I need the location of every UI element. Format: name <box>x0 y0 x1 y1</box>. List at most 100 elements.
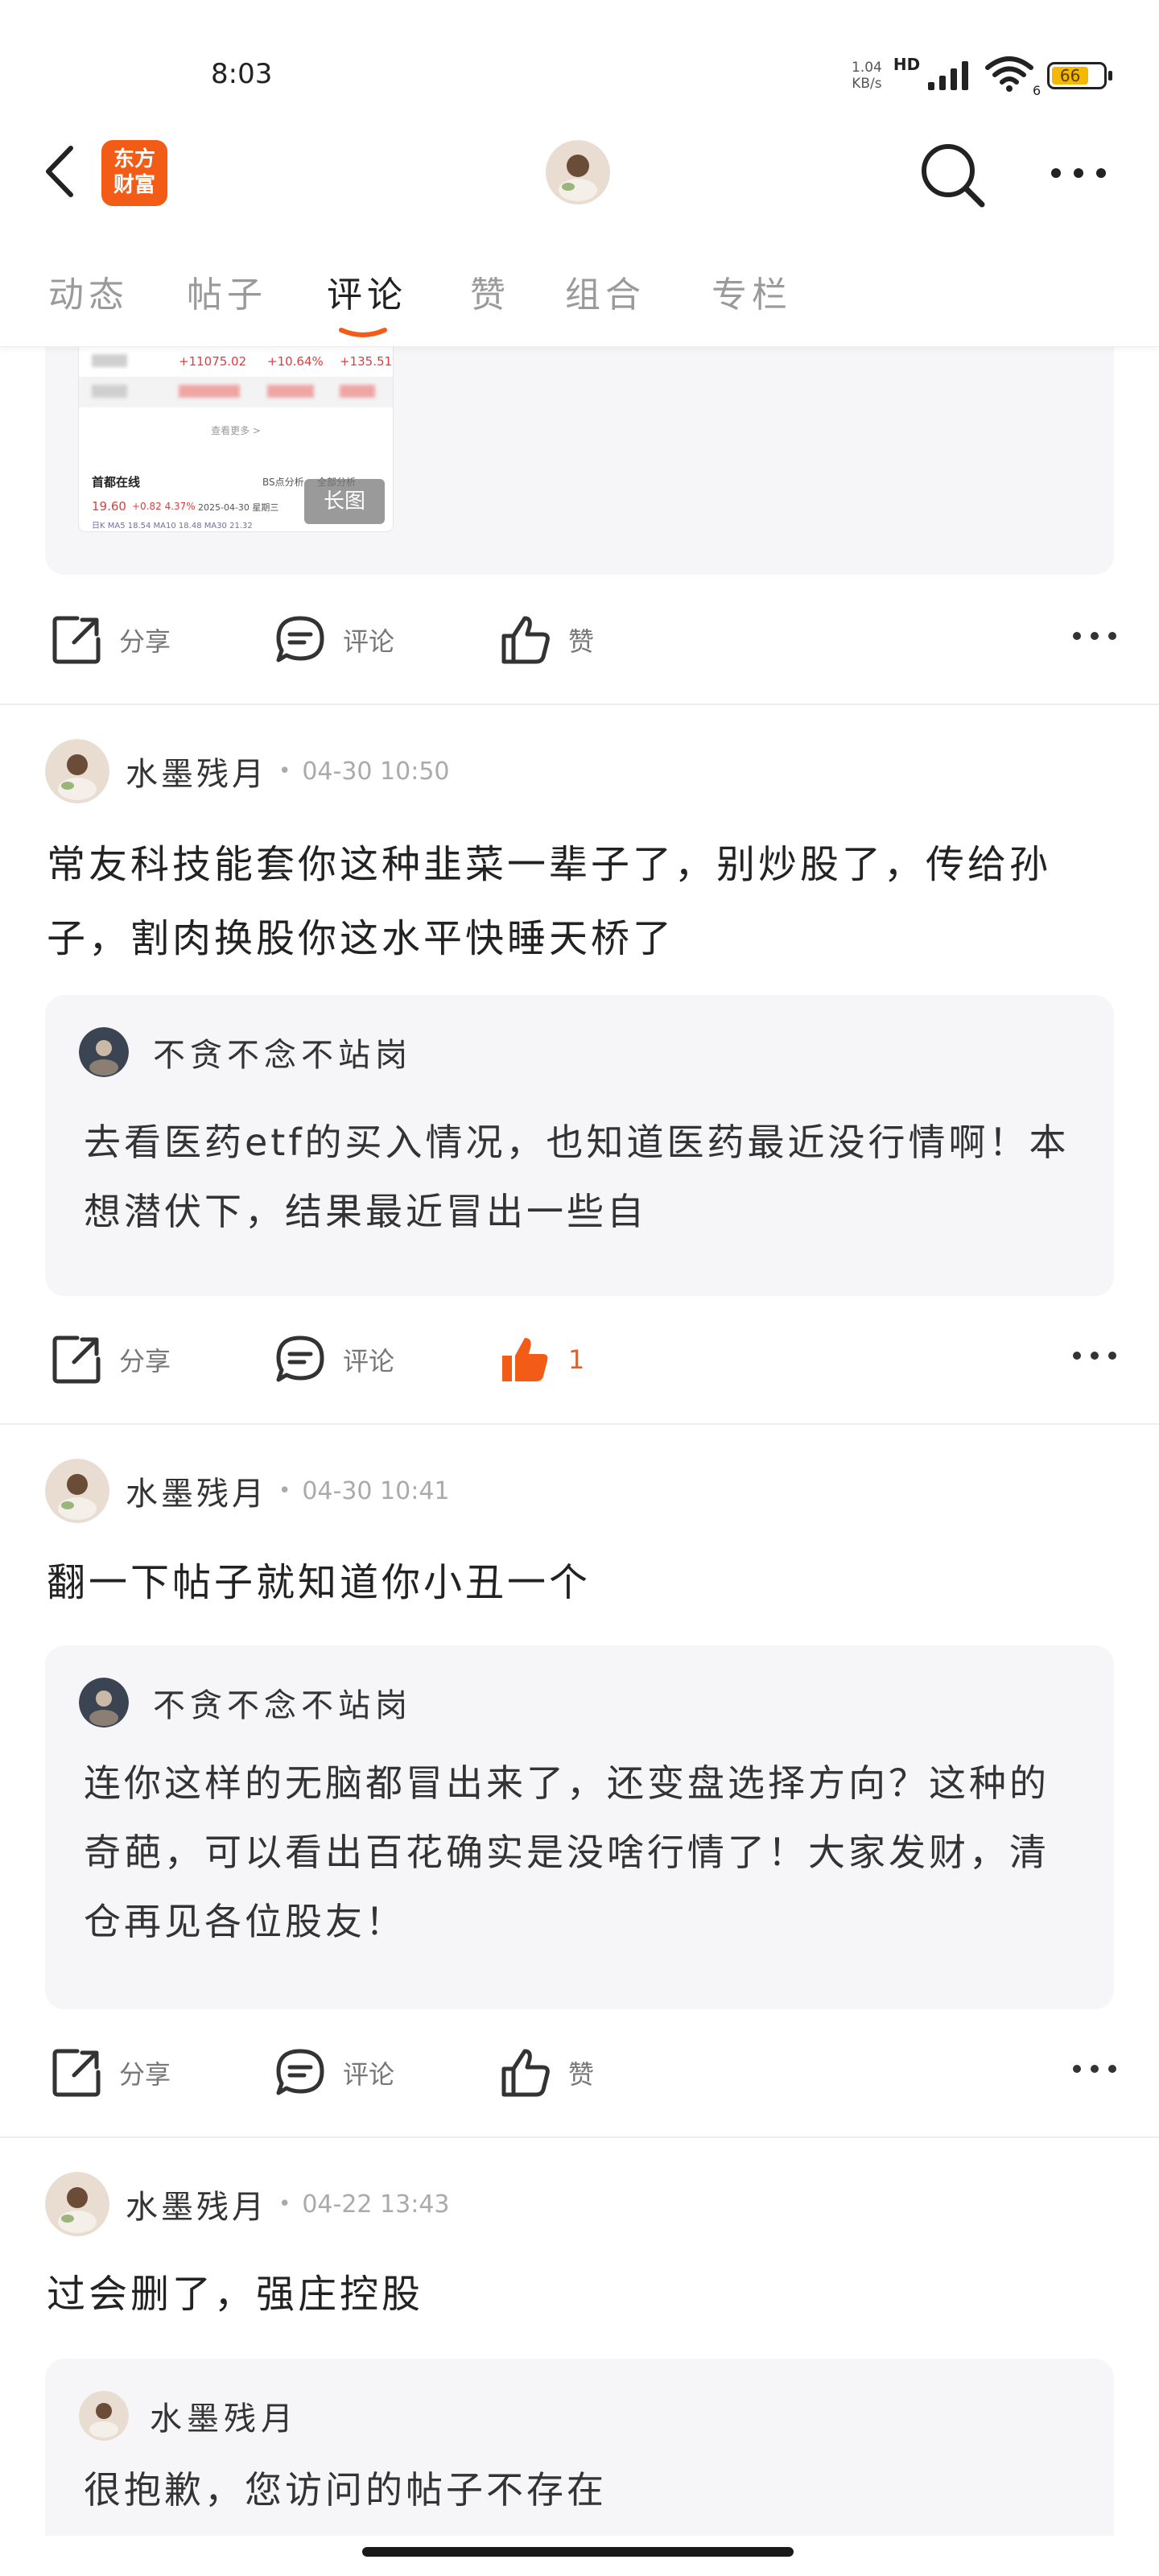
comment-feed[interactable]: +11075.02 +10.64% +135.51% 查看更多 > 首都在线 B… <box>0 346 1159 2536</box>
top-nav: 东方 财富 <box>0 129 1159 217</box>
quote-author-name: 水墨残月 <box>150 2401 298 2438</box>
share-button[interactable]: 分享 <box>50 613 171 667</box>
quoted-post-card[interactable]: 不贪不念不站岗 连你这样的无脑都冒出来了，还变盘选择方向？这种的奇葩，可以看出百… <box>45 1645 1114 2009</box>
comment-text[interactable]: 常友科技能套你这种韭菜一辈子了，别炒股了，传给孙子，割肉换股你这水平快睡天桥了 <box>47 828 1117 976</box>
more-options-icon[interactable] <box>1046 153 1111 193</box>
active-tab-indicator <box>339 328 387 337</box>
thumbs-up-filled-icon <box>502 1338 548 1381</box>
signal-icon <box>928 61 969 90</box>
more-options-icon[interactable] <box>1070 1344 1119 1367</box>
share-icon <box>52 2049 101 2097</box>
network-speed-unit: KB/s <box>852 76 882 92</box>
thumb-change: +0.82 4.37% <box>132 501 196 512</box>
comment-label: 评论 <box>343 626 395 657</box>
quote-author-avatar <box>79 1027 129 1077</box>
more-options-icon[interactable] <box>1070 625 1119 647</box>
author-name[interactable]: 水墨残月 <box>126 1468 267 1514</box>
separator-dot: • <box>278 1479 291 1503</box>
post-actions: 分享 评论 赞 <box>0 2029 1159 2109</box>
like-button[interactable]: 赞 <box>499 2046 594 2099</box>
back-arrow-icon[interactable] <box>39 143 87 200</box>
wifi-signal-label: 6 <box>1033 83 1041 98</box>
thumb-date: 2025-04-30 星期三 <box>198 502 279 513</box>
comment-icon <box>276 1335 324 1382</box>
share-icon <box>52 616 101 664</box>
tab-columns[interactable]: 专栏 <box>711 266 792 317</box>
thumb-tag: BS点分析 <box>262 477 304 488</box>
post-header: 水墨残月 • 04-22 13:43 <box>45 2172 450 2236</box>
share-label: 分享 <box>119 626 171 657</box>
share-label: 分享 <box>119 1346 171 1377</box>
thumbs-up-icon <box>501 2049 550 2097</box>
wifi-icon: 6 <box>984 56 1041 98</box>
quote-author-name: 不贪不念不站岗 <box>153 1037 412 1074</box>
network-speed-value: 1.04 <box>852 60 882 76</box>
comment-text[interactable]: 过会删了，强庄控股 <box>47 2257 1117 2331</box>
status-time: 8:03 <box>211 58 273 90</box>
divider <box>0 2136 1159 2138</box>
thumb-value: +11075.02 <box>179 354 247 369</box>
share-button[interactable]: 分享 <box>50 2046 171 2099</box>
comment-icon <box>276 2049 324 2095</box>
quoted-post-card[interactable]: 不贪不念不站岗 去看医药etf的买入情况，也知道医药最近没行情啊！本想潜伏下，结… <box>45 995 1114 1296</box>
quoted-post-card[interactable]: 水墨残月 很抱歉，您访问的帖子不存在 <box>45 2359 1114 2536</box>
quote-text: 连你这样的无脑都冒出来了，还变盘选择方向？这种的奇葩，可以看出百花确实是没啥行情… <box>84 1761 1050 1943</box>
search-icon[interactable] <box>918 140 987 209</box>
comment-icon <box>276 616 324 663</box>
like-button[interactable]: 赞 <box>499 613 594 667</box>
post-actions: 分享 评论 赞 <box>0 596 1159 676</box>
tab-portfolios[interactable]: 组合 <box>565 266 645 317</box>
home-indicator[interactable] <box>362 2547 794 2557</box>
divider <box>0 704 1159 705</box>
quote-header: 不贪不念不站岗 <box>79 1027 412 1077</box>
tab-comments[interactable]: 评论 <box>327 266 407 317</box>
tab-posts[interactable]: 帖子 <box>187 266 267 317</box>
comment-text[interactable]: 翻一下帖子就知道你小丑一个 <box>47 1546 1117 1620</box>
author-name[interactable]: 水墨残月 <box>126 748 267 795</box>
more-options-icon[interactable] <box>1070 2058 1119 2080</box>
user-avatar[interactable] <box>45 739 109 803</box>
status-icons: 1.04 KB/s HD 6 66 <box>852 55 1113 98</box>
post-actions: 分享 评论 1 <box>0 1315 1159 1396</box>
share-label: 分享 <box>119 2059 171 2090</box>
long-image-badge: 长图 <box>304 479 385 524</box>
divider <box>0 1423 1159 1425</box>
like-button[interactable]: 1 <box>499 1333 584 1386</box>
user-avatar[interactable] <box>45 2172 109 2236</box>
tab-likes[interactable]: 赞 <box>470 266 510 317</box>
battery-icon: 66 <box>1047 62 1113 89</box>
thumb-ma-line: 日K MA5 18.54 MA10 18.48 MA30 21.32 <box>92 522 253 530</box>
like-label: 赞 <box>568 626 595 657</box>
post-header: 水墨残月 • 04-30 10:50 <box>45 739 450 803</box>
quote-author-avatar <box>79 1678 129 1728</box>
profile-tabs: 动态 帖子 评论 赞 组合 专栏 <box>0 258 1159 347</box>
status-bar: 8:03 1.04 KB/s HD 6 66 <box>0 0 1159 121</box>
author-name[interactable]: 水墨残月 <box>126 2181 267 2227</box>
like-label: 赞 <box>568 2059 595 2090</box>
profile-avatar[interactable] <box>544 138 612 206</box>
post-time: 04-30 10:41 <box>302 1476 450 1505</box>
share-icon <box>52 1335 101 1384</box>
post-time: 04-22 13:43 <box>302 2190 450 2219</box>
thumb-value: +10.64% <box>267 354 324 369</box>
share-button[interactable]: 分享 <box>50 1333 171 1386</box>
comment-button[interactable]: 评论 <box>274 613 394 667</box>
comment-button[interactable]: 评论 <box>274 2046 394 2099</box>
logo-line-2: 财富 <box>113 173 155 197</box>
quote-text: 很抱歉，您访问的帖子不存在 <box>84 2468 607 2512</box>
comment-label: 评论 <box>343 1346 395 1377</box>
battery-level: 66 <box>1052 67 1089 85</box>
user-avatar[interactable] <box>45 1459 109 1523</box>
quote-text: 去看医药etf的买入情况，也知道医药最近没行情啊！本想潜伏下，结果最近冒出一些自 <box>84 1121 1070 1233</box>
quote-author-name: 不贪不念不站岗 <box>153 1687 412 1724</box>
tab-dynamics[interactable]: 动态 <box>48 266 129 317</box>
long-image-thumbnail[interactable]: +11075.02 +10.64% +135.51% 查看更多 > 首都在线 B… <box>79 346 393 531</box>
separator-dot: • <box>278 2192 291 2216</box>
thumbs-up-icon <box>501 616 550 664</box>
thumb-price: 19.60 <box>92 499 126 514</box>
logo-line-1: 东方 <box>113 147 155 171</box>
comment-button[interactable]: 评论 <box>274 1333 394 1386</box>
like-count: 1 <box>568 1344 585 1375</box>
quote-header: 不贪不念不站岗 <box>79 1678 412 1728</box>
app-logo[interactable]: 东方 财富 <box>101 140 167 206</box>
